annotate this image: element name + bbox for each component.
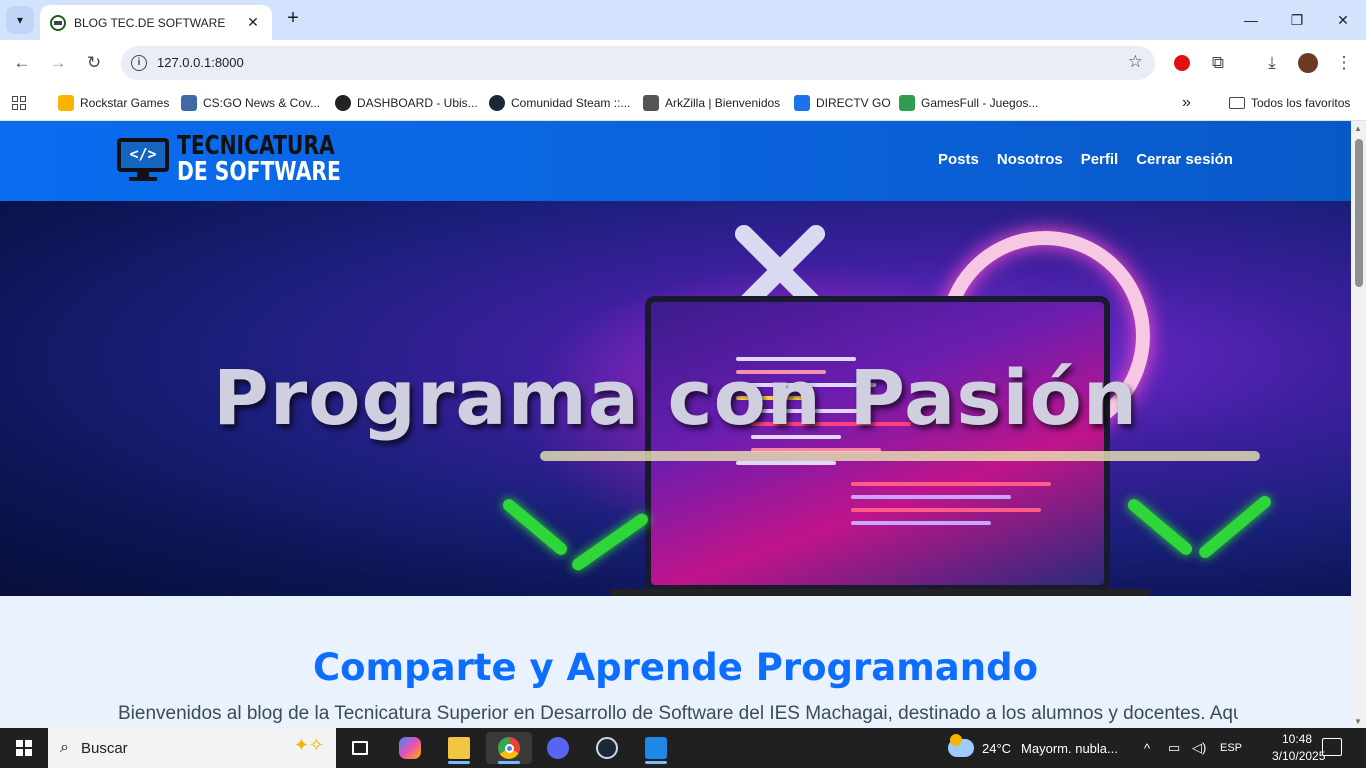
weather-desc: Mayorm. nubla... — [1021, 740, 1118, 756]
bookmarks-bar: Rockstar Games CS:GO News & Cov... DASHB… — [0, 86, 1366, 121]
bookmarks-overflow-button[interactable]: » — [1182, 92, 1191, 114]
browser-menu-icon[interactable]: ⋮ — [1330, 49, 1358, 77]
address-bar[interactable]: i 127.0.0.1:8000 ☆ — [121, 46, 1155, 80]
extensions-puzzle-icon[interactable]: ⧉ — [1204, 49, 1232, 77]
language-indicator[interactable]: ESP — [1220, 728, 1242, 768]
bookmark-csgo[interactable]: CS:GO News & Cov... — [181, 92, 320, 114]
reload-button[interactable]: ↻ — [80, 49, 108, 77]
section-text: Bienvenidos al blog de la Tecnicatura Su… — [118, 703, 1238, 724]
sparkle-icon: ✦✧ — [293, 735, 324, 755]
browser-tab[interactable]: BLOG TEC.DE SOFTWARE ✕ — [40, 5, 272, 40]
hero-laptop-illustration — [645, 296, 1110, 591]
browser-tab-strip: ▾ BLOG TEC.DE SOFTWARE ✕ + — ❐ ✕ — [0, 0, 1366, 40]
taskbar-clock[interactable]: 10:48 3/10/2025 — [1272, 731, 1326, 765]
bookmark-label: ArkZilla | Bienvenidos — [665, 96, 781, 110]
minimize-button[interactable]: — — [1228, 0, 1274, 40]
weather-widget[interactable]: 24°C Mayorm. nubla... — [948, 728, 1118, 768]
nav-logout-link[interactable]: Cerrar sesión — [1136, 151, 1233, 168]
new-tab-button[interactable]: + — [282, 8, 304, 30]
bookmark-steam[interactable]: Comunidad Steam ::... — [489, 92, 630, 114]
apps-grid-icon[interactable] — [12, 92, 26, 114]
network-icon[interactable]: ▭ — [1168, 728, 1180, 768]
extension-shield-icon[interactable] — [1168, 49, 1196, 77]
close-window-button[interactable]: ✕ — [1320, 0, 1366, 40]
monitor-code-icon: </> — [117, 138, 169, 181]
search-icon: ⌕ — [60, 739, 69, 756]
volume-icon[interactable]: ◁) — [1192, 728, 1206, 768]
bookmark-star-icon[interactable]: ☆ — [1128, 52, 1143, 72]
task-view-button[interactable] — [337, 732, 383, 764]
bookmark-directv[interactable]: DIRECTV GO — [794, 92, 891, 114]
scroll-down-icon[interactable]: ▼ — [1354, 717, 1362, 726]
nav-perfil-link[interactable]: Perfil — [1081, 151, 1119, 168]
steam-icon — [489, 95, 505, 111]
taskbar-search[interactable]: ⌕ Buscar ✦✧ — [48, 728, 336, 768]
tab-title: BLOG TEC.DE SOFTWARE — [74, 15, 226, 30]
intro-section: Comparte y Aprende Programando Bienvenid… — [0, 596, 1351, 728]
chrome-icon[interactable] — [486, 732, 532, 764]
bookmark-label: Comunidad Steam ::... — [511, 96, 631, 110]
nav-nosotros-link[interactable]: Nosotros — [997, 151, 1063, 168]
site-navbar: </> TECNICATURA DE SOFTWARE Posts Nosotr… — [0, 121, 1351, 201]
logo-text: TECNICATURA DE SOFTWARE — [177, 133, 341, 185]
bookmark-label: DASHBOARD - Ubis... — [357, 96, 478, 110]
vscode-icon[interactable] — [633, 732, 679, 764]
section-title: Comparte y Aprende Programando — [312, 646, 1038, 689]
start-button[interactable] — [0, 728, 48, 768]
hero-title: Programa con Pasión — [213, 353, 1138, 442]
scroll-up-icon[interactable]: ▲ — [1354, 124, 1362, 133]
site-favicon-icon — [50, 14, 66, 31]
tab-search-chevron-icon[interactable]: ▾ — [6, 6, 34, 34]
csgo-icon — [181, 95, 197, 111]
forward-button[interactable]: → — [44, 49, 72, 77]
directv-icon — [794, 95, 810, 111]
bookmark-rockstar[interactable]: Rockstar Games — [58, 92, 169, 114]
browser-toolbar: ← → ↻ i 127.0.0.1:8000 ☆ ⧉ ⤓ ⋮ — [0, 40, 1366, 86]
url-text[interactable]: 127.0.0.1:8000 — [157, 55, 244, 70]
downloads-icon[interactable]: ⤓ — [1258, 49, 1286, 77]
tab-close-icon[interactable]: ✕ — [244, 14, 262, 31]
file-explorer-icon[interactable] — [436, 732, 482, 764]
profile-avatar[interactable] — [1294, 49, 1322, 77]
windows-taskbar: ⌕ Buscar ✦✧ 24°C Mayorm. nubla... ^ ▭ ◁)… — [0, 728, 1366, 768]
steam-taskbar-icon[interactable] — [584, 732, 630, 764]
rockstar-icon — [58, 95, 74, 111]
ubisoft-icon — [335, 95, 351, 111]
all-bookmarks-folder[interactable]: Todos los favoritos — [1229, 92, 1350, 114]
site-nav: Posts Nosotros Perfil Cerrar sesión — [938, 151, 1251, 168]
show-hidden-icons-chevron-icon[interactable]: ^ — [1144, 728, 1150, 768]
logo-line-1: TECNICATURA — [177, 131, 335, 161]
folder-icon — [1229, 97, 1245, 109]
bookmark-ubisoft[interactable]: DASHBOARD - Ubis... — [335, 92, 478, 114]
nav-posts-link[interactable]: Posts — [938, 151, 979, 168]
windows-logo-icon — [16, 740, 32, 756]
all-bookmarks-label: Todos los favoritos — [1251, 96, 1351, 110]
clock-time: 10:48 — [1281, 732, 1313, 746]
gamepad-icon — [899, 95, 915, 111]
weather-temp: 24°C — [982, 740, 1012, 756]
back-button[interactable]: ← — [8, 49, 36, 77]
bookmark-label: Rockstar Games — [80, 96, 170, 110]
scroll-thumb[interactable] — [1355, 139, 1363, 287]
bookmark-label: CS:GO News & Cov... — [203, 96, 321, 110]
bookmark-label: GamesFull - Juegos... — [921, 96, 1039, 110]
taskbar-search-placeholder: Buscar — [80, 739, 128, 757]
discord-icon[interactable] — [535, 732, 581, 764]
cloud-sun-icon — [948, 734, 974, 757]
copilot-icon[interactable] — [387, 732, 433, 764]
bookmark-gamesfull[interactable]: GamesFull - Juegos... — [899, 92, 1038, 114]
notifications-icon[interactable] — [1322, 738, 1342, 756]
page-scrollbar[interactable]: ▲ ▼ — [1351, 121, 1366, 728]
site-logo[interactable]: </> TECNICATURA DE SOFTWARE — [117, 133, 387, 185]
arkzilla-icon — [643, 95, 659, 111]
restore-button[interactable]: ❐ — [1274, 0, 1320, 40]
page-viewport: </> TECNICATURA DE SOFTWARE Posts Nosotr… — [0, 121, 1351, 728]
site-info-icon[interactable]: i — [131, 55, 147, 71]
clock-date: 3/10/2025 — [1272, 749, 1326, 763]
logo-line-2: DE SOFTWARE — [177, 157, 341, 187]
bookmark-arkzilla[interactable]: ArkZilla | Bienvenidos — [643, 92, 780, 114]
hero-banner: Programa con Pasión — [0, 201, 1351, 596]
bookmark-label: DIRECTV GO — [816, 96, 891, 110]
